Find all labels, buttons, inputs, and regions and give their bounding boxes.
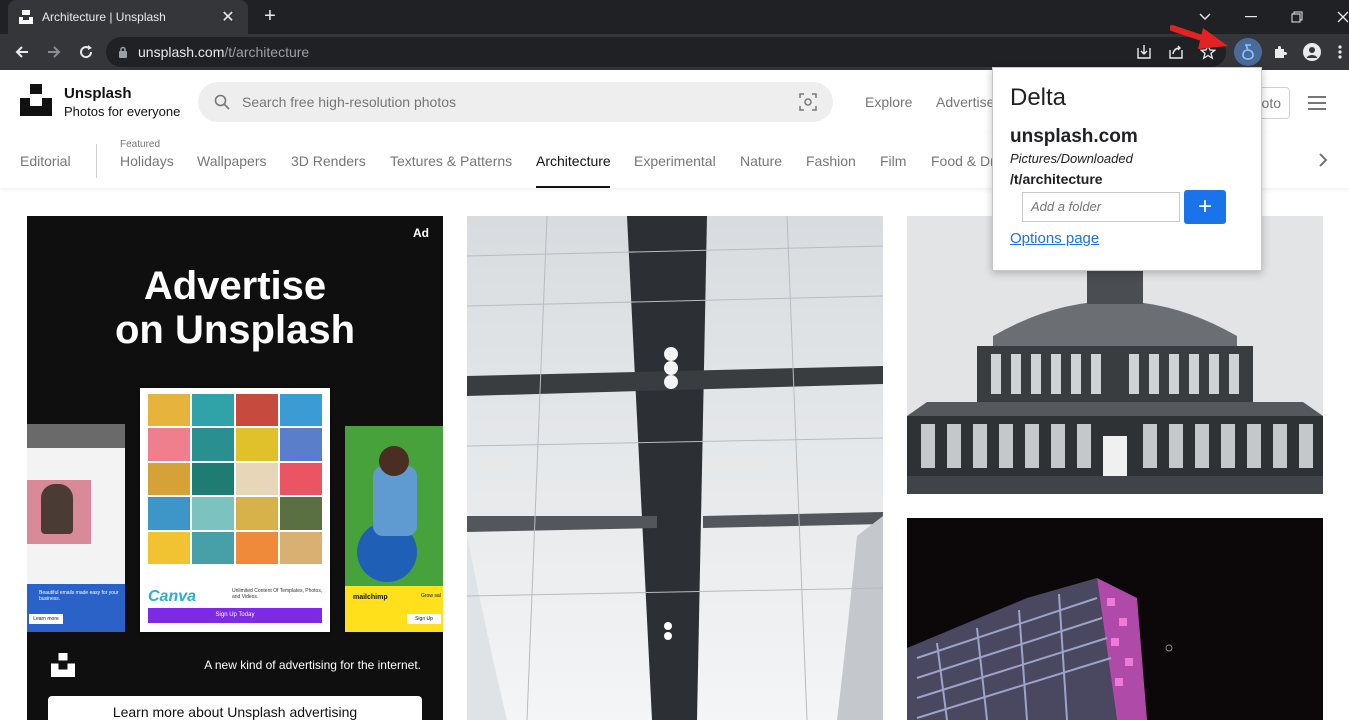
topic-food-drink[interactable]: Food & Dr [931,153,995,169]
unsplash-logo-icon[interactable] [20,84,52,116]
options-page-link[interactable]: Options page [1010,230,1099,247]
search-bar[interactable]: Search free high-resolution photos [198,82,833,122]
new-tab-button[interactable]: + [258,6,282,28]
search-icon[interactable] [214,94,230,110]
photo-lit-building[interactable] [907,518,1323,720]
canva-subtitle: Unlimited Content Of Templates, Photos, … [232,588,323,600]
mailchimp-logo: mailchimp [353,594,388,601]
topic-holidays[interactable]: Holidays [120,153,174,169]
ad-label: Ad [413,226,429,240]
visual-search-icon[interactable] [799,93,817,111]
popup-domain: unsplash.com [1010,126,1138,147]
hamburger-menu-icon[interactable] [1308,96,1326,114]
address-bar[interactable]: unsplash.com/t/architecture [106,37,1226,67]
forward-icon[interactable] [40,38,68,66]
ad-left-card-text: Beautiful emails made easy for your busi… [39,590,119,602]
add-folder-input[interactable]: Add a folder [1022,192,1180,222]
close-window-icon[interactable] [1320,0,1349,34]
brand[interactable]: Unsplash Photos for everyone [64,85,180,119]
ad-left-card: Beautiful emails made easy for your busi… [27,424,125,632]
unsplash-logo-icon [51,653,75,677]
extensions-puzzle-icon[interactable] [1266,38,1294,66]
popup-title: Delta [1010,84,1067,111]
ad-canva-card: Canva Unlimited Content Of Templates, Ph… [140,388,330,632]
back-icon[interactable] [8,38,36,66]
popup-download-path: Pictures/Downloaded [1010,151,1133,166]
submit-photo-label: oto [1261,95,1281,111]
delta-extension-popup: Delta unsplash.com Pictures/Downloaded /… [992,67,1262,271]
mailchimp-subtitle: Grow sal [421,593,441,599]
minimize-icon[interactable] [1228,0,1274,34]
popup-subpath: /t/architecture [1010,171,1103,187]
topic-textures-patterns[interactable]: Textures & Patterns [390,153,512,169]
profile-icon[interactable] [1298,38,1326,66]
browser-toolbar: unsplash.com/t/architecture [0,34,1349,70]
add-folder-button[interactable]: + [1184,190,1226,224]
ceiling-photo-image [467,216,883,720]
delta-extension-icon[interactable] [1234,38,1262,66]
photo-ceiling[interactable] [467,216,883,720]
topic-nature[interactable]: Nature [740,153,782,169]
featured-label: Featured [120,139,161,150]
install-icon[interactable] [1130,38,1158,66]
reload-icon[interactable] [72,38,100,66]
annotation-arrow-icon [1170,25,1228,49]
topic-fashion[interactable]: Fashion [806,153,856,169]
ad-mailchimp-card: mailchimp Grow sal Sign Up [345,426,443,632]
brand-name: Unsplash [64,85,132,102]
ad-headline-line2: on Unsplash [114,308,356,352]
topic-editorial[interactable]: Editorial [20,153,71,169]
ad-collage: Beautiful emails made easy for your busi… [27,386,443,632]
brand-tagline: Photos for everyone [64,104,181,119]
topic-3d-renders[interactable]: 3D Renders [291,153,366,169]
chevron-right-icon[interactable] [1318,152,1328,173]
topic-experimental[interactable]: Experimental [634,153,716,169]
popup-folder-row: Add a folder + [1022,190,1244,224]
topic-wallpapers[interactable]: Wallpapers [197,153,267,169]
ad-left-card-button: Learn more [29,614,63,624]
browser-tab[interactable]: Architecture | Unsplash ✕ [8,0,248,34]
url-text: unsplash.com/t/architecture [138,44,310,60]
canva-button: Sign Up Today [148,608,322,623]
active-topic-underline [536,186,610,188]
canva-logo: Canva [148,588,197,605]
browser-menu-icon[interactable] [1326,38,1349,66]
restore-icon[interactable] [1274,0,1320,34]
ad-tagline: A new kind of advertising for the intern… [204,658,421,672]
nav-explore[interactable]: Explore [865,94,912,110]
unsplash-favicon-icon [19,10,33,24]
ad-headline-line1: Advertise [143,264,327,308]
lit-building-photo-image [907,518,1323,720]
lock-icon [119,46,127,58]
advertisement-card[interactable]: Ad Advertise on Unsplash Beautiful email… [27,216,443,720]
nav-advertise[interactable]: Advertise [936,94,994,110]
learn-more-advertising-button[interactable]: Learn more about Unsplash advertising [48,696,422,720]
tab-title: Architecture | Unsplash [42,10,166,24]
topic-film[interactable]: Film [880,153,906,169]
mailchimp-button: Sign Up [407,614,441,624]
browser-tabstrip: Architecture | Unsplash ✕ + [0,0,1349,34]
topic-divider [96,144,97,178]
tab-close-icon[interactable]: ✕ [218,7,238,27]
topic-architecture[interactable]: Architecture [536,153,611,169]
search-input[interactable]: Search free high-resolution photos [242,94,799,110]
